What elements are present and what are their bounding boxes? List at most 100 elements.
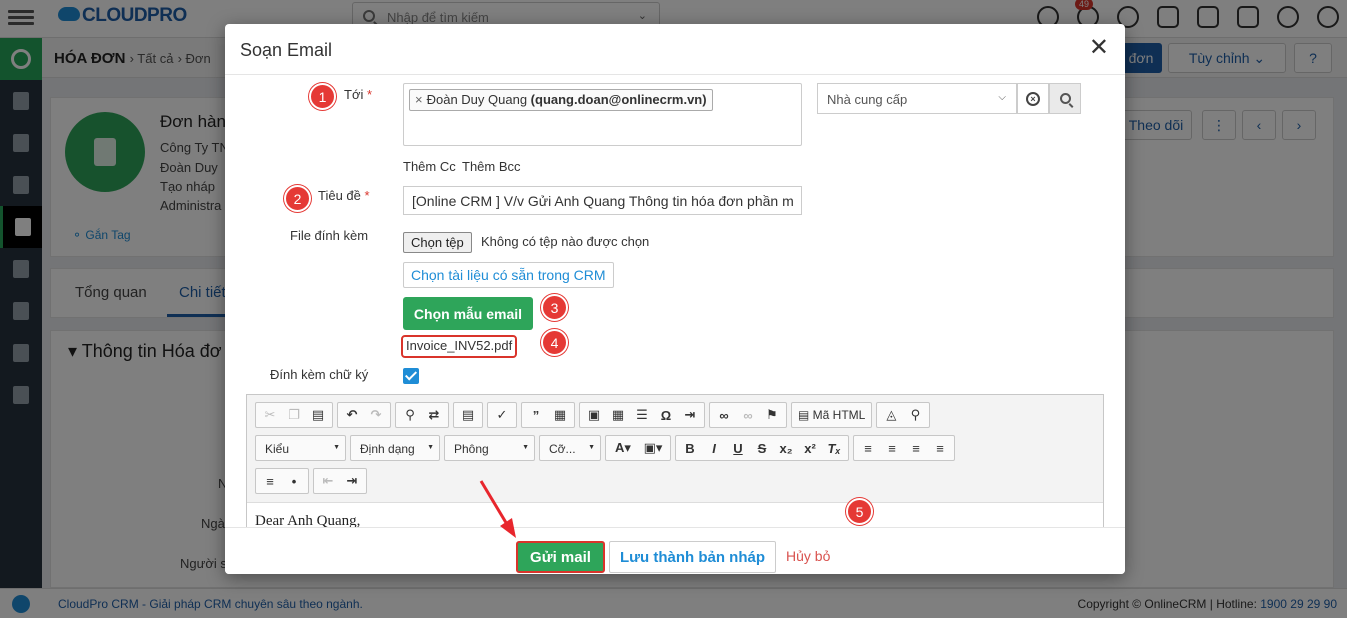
source-group: ▤ Mã HTML bbox=[791, 402, 873, 428]
spellcheck-icon[interactable]: ✓ bbox=[490, 404, 514, 426]
to-recipients-field[interactable]: × Đoàn Duy Quang (quang.doan@onlinecrm.vn… bbox=[403, 83, 802, 146]
recipient-name: Đoàn Duy Quang bbox=[426, 92, 528, 107]
toolbar-row-1: ✂ ❐ ▤ ↶ ↷ ⚲ ⇄ ▤ ✓ ” ▦ ▣ ▦ ☰ Ω ⇥ ∞ ∞ ⚑ ▤ … bbox=[255, 402, 931, 428]
superscript-icon[interactable]: x² bbox=[798, 437, 822, 459]
remove-recipient-icon[interactable]: × bbox=[415, 92, 423, 107]
unlink-icon[interactable]: ∞ bbox=[736, 404, 760, 426]
copy-icon[interactable]: ❐ bbox=[282, 404, 306, 426]
horizontal-line-icon[interactable]: ☰ bbox=[630, 404, 654, 426]
recipient-type-value: Nhà cung cấp bbox=[827, 92, 908, 107]
subject-label: Tiêu đề * bbox=[318, 188, 370, 203]
to-label: Tới * bbox=[344, 87, 373, 102]
attachment-label: File đính kèm bbox=[290, 228, 369, 243]
bg-color-icon[interactable]: ▣▾ bbox=[638, 437, 668, 459]
recipient-email: (quang.doan@onlinecrm.vn) bbox=[530, 92, 707, 107]
add-bcc-link[interactable]: Thêm Bcc bbox=[462, 159, 521, 174]
link-icon[interactable]: ∞ bbox=[712, 404, 736, 426]
size-combo[interactable]: Cỡ... ▼ bbox=[539, 435, 601, 461]
italic-icon[interactable]: I bbox=[702, 437, 726, 459]
text-color-icon[interactable]: A▾ bbox=[608, 437, 638, 459]
align-group: ≡ ≡ ≡ ≡ bbox=[853, 435, 955, 461]
recipient-type-select[interactable]: Nhà cung cấp ⌵ bbox=[817, 83, 1017, 114]
bulleted-list-icon[interactable]: • bbox=[282, 470, 306, 492]
save-draft-button[interactable]: Lưu thành bản nháp bbox=[609, 541, 776, 573]
no-file-text: Không có tệp nào được chọn bbox=[481, 234, 650, 249]
signature-label: Đính kèm chữ ký bbox=[270, 367, 369, 382]
div-icon[interactable]: ▦ bbox=[548, 404, 572, 426]
undo-group: ↶ ↷ bbox=[337, 402, 391, 428]
page-break-icon[interactable]: ⇥ bbox=[678, 404, 702, 426]
toolbar-row-2: Kiểu ▼ Định dạng ▼ Phông ▼ Cỡ... ▼ A▾ ▣▾ B I… bbox=[255, 435, 955, 461]
source-button[interactable]: ▤ Mã HTML bbox=[794, 404, 869, 426]
basic-style-group: B I U S x₂ x² Tₓ bbox=[675, 435, 849, 461]
find-group: ⚲ ⇄ bbox=[395, 402, 449, 428]
choose-file-button[interactable]: Chọn tệp bbox=[403, 232, 472, 253]
select-group: ▤ bbox=[453, 402, 483, 428]
modal-footer: Gửi mail Lưu thành bản nháp Hủy bỏ bbox=[225, 527, 1125, 574]
chevron-down-icon: ⌵ bbox=[998, 92, 1006, 103]
compose-email-modal: Soạn Email ✕ 1 Tới * × Đoàn Duy Quang (qu… bbox=[225, 24, 1125, 574]
recipient-tag: × Đoàn Duy Quang (quang.doan@onlinecrm.vn… bbox=[409, 89, 713, 111]
modal-header: Soạn Email ✕ bbox=[225, 24, 1125, 75]
paste-icon[interactable]: ▤ bbox=[306, 404, 330, 426]
clipboard-group: ✂ ❐ ▤ bbox=[255, 402, 333, 428]
link-group: ∞ ∞ ⚑ bbox=[709, 402, 787, 428]
numbered-list-icon[interactable]: ≡ bbox=[258, 470, 282, 492]
table-icon[interactable]: ▦ bbox=[606, 404, 630, 426]
cut-icon[interactable]: ✂ bbox=[258, 404, 282, 426]
step-marker: 2 bbox=[284, 185, 311, 212]
search-recipient-button[interactable] bbox=[1049, 83, 1081, 114]
align-justify-icon[interactable]: ≡ bbox=[928, 437, 952, 459]
redo-icon[interactable]: ↷ bbox=[364, 404, 388, 426]
step-marker: 1 bbox=[309, 83, 336, 110]
spellcheck-group: ✓ bbox=[487, 402, 517, 428]
anchor-flag-icon[interactable]: ⚑ bbox=[760, 404, 784, 426]
step-marker: 3 bbox=[541, 294, 568, 321]
align-center-icon[interactable]: ≡ bbox=[880, 437, 904, 459]
style-combo[interactable]: Kiểu ▼ bbox=[255, 435, 346, 461]
clear-recipient-button[interactable]: × bbox=[1017, 83, 1049, 114]
format-combo[interactable]: Định dạng ▼ bbox=[350, 435, 440, 461]
template-group: ◬ ⚲ bbox=[876, 402, 931, 428]
align-left-icon[interactable]: ≡ bbox=[856, 437, 880, 459]
image-icon[interactable]: ▣ bbox=[582, 404, 606, 426]
attached-file-link[interactable]: Invoice_INV52.pdf bbox=[401, 335, 518, 358]
font-combo[interactable]: Phông ▼ bbox=[444, 435, 535, 461]
align-right-icon[interactable]: ≡ bbox=[904, 437, 928, 459]
remove-format-icon[interactable]: Tₓ bbox=[822, 437, 846, 459]
preview-icon[interactable]: ⚲ bbox=[903, 404, 927, 426]
send-mail-button[interactable]: Gửi mail bbox=[516, 541, 605, 573]
close-icon[interactable]: ✕ bbox=[1089, 36, 1109, 60]
insert-group: ▣ ▦ ☰ Ω ⇥ bbox=[579, 402, 705, 428]
strikethrough-icon[interactable]: S bbox=[750, 437, 774, 459]
step-marker: 4 bbox=[541, 329, 568, 356]
cancel-link[interactable]: Hủy bỏ bbox=[786, 548, 830, 564]
rich-text-editor: ✂ ❐ ▤ ↶ ↷ ⚲ ⇄ ▤ ✓ ” ▦ ▣ ▦ ☰ Ω ⇥ ∞ ∞ ⚑ ▤ … bbox=[246, 394, 1104, 542]
underline-icon[interactable]: U bbox=[726, 437, 750, 459]
find-icon[interactable]: ⚲ bbox=[398, 404, 422, 426]
special-char-icon[interactable]: Ω bbox=[654, 404, 678, 426]
toolbar-row-3: ≡ • ⇤ ⇥ bbox=[255, 468, 367, 494]
choose-template-button[interactable]: Chọn mẫu email bbox=[403, 297, 533, 330]
undo-icon[interactable]: ↶ bbox=[340, 404, 364, 426]
select-all-icon[interactable]: ▤ bbox=[456, 404, 480, 426]
indent-group: ⇤ ⇥ bbox=[313, 468, 367, 494]
add-cc-link[interactable]: Thêm Cc bbox=[403, 159, 456, 174]
list-group: ≡ • bbox=[255, 468, 309, 494]
outdent-icon[interactable]: ⇤ bbox=[316, 470, 340, 492]
subject-input[interactable]: [Online CRM ] V/v Gửi Anh Quang Thông ti… bbox=[403, 186, 802, 215]
color-group: A▾ ▣▾ bbox=[605, 435, 671, 461]
subscript-icon[interactable]: x₂ bbox=[774, 437, 798, 459]
signature-checkbox[interactable] bbox=[403, 368, 419, 384]
annotation-arrow-icon bbox=[479, 480, 516, 538]
choose-crm-document-button[interactable]: Chọn tài liệu có sẵn trong CRM bbox=[403, 262, 614, 288]
bold-icon[interactable]: B bbox=[678, 437, 702, 459]
replace-icon[interactable]: ⇄ bbox=[422, 404, 446, 426]
templates-icon[interactable]: ◬ bbox=[879, 404, 903, 426]
blockquote-icon[interactable]: ” bbox=[524, 404, 548, 426]
search-icon bbox=[1059, 93, 1071, 104]
step-marker: 5 bbox=[846, 498, 873, 525]
indent-icon[interactable]: ⇥ bbox=[340, 470, 364, 492]
clear-icon: × bbox=[1026, 91, 1040, 106]
block-group: ” ▦ bbox=[521, 402, 575, 428]
